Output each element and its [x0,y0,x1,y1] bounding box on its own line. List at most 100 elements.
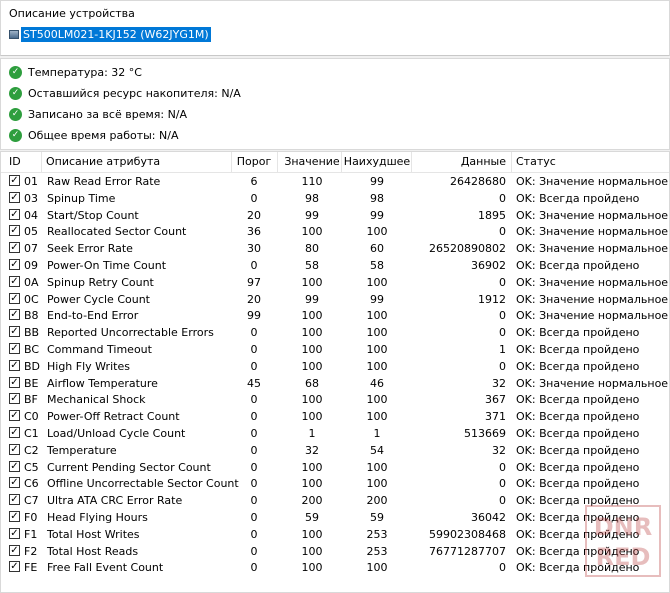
table-row[interactable]: ✓ F1 Total Host Writes 0 100 253 59902308468 OK… [1,526,669,543]
table-row[interactable]: ✓ BF Mechanical Shock 0 100 100 367 OK: Всегда … [1,391,669,408]
device-item[interactable]: ST500LM021-1KJ152 (W62JYG1M) [9,26,211,42]
device-panel: Описание устройства ST500LM021-1KJ152 (W… [0,0,670,56]
column-header-threshold[interactable]: Порог [232,152,276,172]
table-row[interactable]: ✓ B8 End-to-End Error 99 100 100 0 OK: Значение… [1,307,669,324]
attribute-checkbox[interactable]: ✓ [9,376,20,388]
attribute-id: BD [24,359,41,373]
attribute-id: C1 [24,427,39,440]
attribute-value: 80 [305,242,319,256]
table-row[interactable]: ✓ BD High Fly Writes 0 100 100 0 OK: Всегда про… [1,358,669,375]
attribute-checkbox[interactable]: ✓ [9,259,20,270]
attribute-checkbox[interactable]: ✓ [9,477,20,489]
attribute-checkbox[interactable]: ✓ [9,460,20,472]
table-row[interactable]: ✓ FE Free Fall Event Count 0 100 100 0 OK: Всег… [1,559,669,576]
status-text: Записано за всё время: N/A [28,107,188,121]
attribute-value: 58 [305,259,319,272]
table-row[interactable]: ✓ C0 Power-Off Retract Count 0 100 100 371 OK: … [1,408,669,425]
column-header-attribute[interactable]: Описание атрибута [46,152,160,172]
attribute-name: Offline Uncorrectable Sector Count [47,477,239,491]
attribute-checkbox[interactable]: ✓ [9,443,20,455]
attribute-checkbox[interactable]: ✓ [9,410,20,422]
column-header-status[interactable]: Статус [516,152,556,172]
attribute-worst: 54 [370,443,384,457]
table-row[interactable]: ✓ 0A Spinup Retry Count 97 100 100 0 OK: Значен… [1,274,669,291]
attribute-status: OK: Всегда пройдено [516,259,640,272]
column-separator[interactable] [41,152,42,172]
attribute-worst: 100 [366,309,388,323]
status-item-temperature: ✓ Температура: 32 °C [9,63,142,81]
attribute-checkbox[interactable]: ✓ [9,292,20,304]
column-header-worst[interactable]: Наихудшее [342,152,412,172]
attribute-value: 98 [305,191,319,205]
attribute-raw-data: 26520890802 [429,242,506,256]
table-row[interactable]: ✓ 04 Start/Stop Count 20 99 99 1895 OK: Значени… [1,207,669,224]
table-row[interactable]: ✓ F0 Head Flying Hours 0 59 59 36042 OK: Всегда… [1,509,669,526]
table-row[interactable]: ✓ 01 Raw Read Error Rate 6 110 99 26428680 OK: … [1,173,669,190]
attribute-id: 09 [24,259,38,272]
attribute-threshold: 30 [247,242,261,256]
attribute-checkbox[interactable]: ✓ [9,275,20,287]
column-header-raw-data[interactable]: Данные [412,152,506,172]
attribute-value: 100 [301,561,323,575]
attribute-raw-data: 0 [499,191,506,205]
table-row[interactable]: ✓ BC Command Timeout 0 100 100 1 OK: Всегда про… [1,341,669,358]
attribute-checkbox[interactable]: ✓ [9,309,20,321]
attribute-status: OK: Значение нормальное [516,309,669,323]
column-separator[interactable] [511,152,512,172]
attribute-checkbox[interactable]: ✓ [9,427,20,438]
attribute-checkbox[interactable]: ✓ [9,343,20,354]
table-row[interactable]: ✓ 05 Reallocated Sector Count 36 100 100 0 OK: … [1,223,669,240]
attribute-checkbox[interactable]: ✓ [9,544,20,556]
table-row[interactable]: ✓ 0C Power Cycle Count 20 99 99 1912 OK: Значен… [1,291,669,308]
attribute-name: Temperature [47,443,117,457]
attribute-id: C5 [24,460,39,474]
table-row[interactable]: ✓ F2 Total Host Reads 0 100 253 76771287707 OK:… [1,543,669,560]
attribute-checkbox[interactable]: ✓ [9,561,20,573]
attribute-name: Ultra ATA CRC Error Rate [47,494,183,508]
table-row[interactable]: ✓ C1 Load/Unload Cycle Count 0 1 1 513669 OK: В… [1,425,669,442]
attribute-checkbox[interactable]: ✓ [9,175,20,186]
attribute-status: OK: Всегда пройдено [516,494,640,508]
column-header-id[interactable]: ID [9,152,21,172]
device-name[interactable]: ST500LM021-1KJ152 (W62JYG1M) [21,26,211,42]
attribute-raw-data: 26428680 [450,175,506,188]
attribute-checkbox[interactable]: ✓ [9,494,20,506]
attribute-worst: 100 [366,225,388,239]
attribute-worst: 60 [370,242,384,256]
table-header: ID Описание атрибута Порог Значение Наих… [1,152,669,173]
table-row[interactable]: ✓ C5 Current Pending Sector Count 0 100 100 0 O… [1,459,669,476]
attribute-checkbox[interactable]: ✓ [9,511,20,522]
table-row[interactable]: ✓ C2 Temperature 0 32 54 32 OK: Всегда пройдено [1,442,669,459]
attribute-id: C0 [24,410,39,424]
attribute-id: F1 [24,527,38,541]
attribute-threshold: 0 [250,393,258,407]
attribute-threshold: 97 [247,275,261,289]
status-item-remaining-life: ✓ Оставшийся ресурс накопителя: N/A [9,84,241,102]
table-row[interactable]: ✓ BE Airflow Temperature 45 68 46 32 OK: Значен… [1,375,669,392]
attribute-value: 32 [305,443,319,457]
attribute-checkbox[interactable]: ✓ [9,191,20,203]
attribute-raw-data: 0 [499,561,506,575]
attribute-checkbox[interactable]: ✓ [9,242,20,254]
attribute-value: 99 [305,292,319,306]
attribute-checkbox[interactable]: ✓ [9,393,20,405]
table-row[interactable]: ✓ C6 Offline Uncorrectable Sector Count 0 10… [1,475,669,492]
attribute-raw-data: 0 [499,225,506,239]
attribute-raw-data: 1912 [478,292,506,306]
attribute-status: OK: Всегда пройдено [516,443,640,457]
table-row[interactable]: ✓ C7 Ultra ATA CRC Error Rate 0 200 200 0 OK: В… [1,492,669,509]
attribute-checkbox[interactable]: ✓ [9,326,20,338]
attribute-checkbox[interactable]: ✓ [9,359,20,371]
attribute-status: OK: Всегда пройдено [516,393,640,407]
attribute-checkbox[interactable]: ✓ [9,208,20,220]
table-row[interactable]: ✓ 09 Power-On Time Count 0 58 58 36902 OK: Всег… [1,257,669,274]
column-header-value[interactable]: Значение [278,152,346,172]
attribute-raw-data: 32 [492,376,506,390]
status-item-power-on-time: ✓ Общее время работы: N/A [9,126,178,144]
attribute-value: 100 [301,460,323,474]
table-row[interactable]: ✓ BB Reported Uncorrectable Errors 0 100 100 0… [1,324,669,341]
table-row[interactable]: ✓ 03 Spinup Time 0 98 98 0 OK: Всегда пройдено [1,190,669,207]
attribute-checkbox[interactable]: ✓ [9,225,20,237]
attribute-checkbox[interactable]: ✓ [9,527,20,539]
table-row[interactable]: ✓ 07 Seek Error Rate 30 80 60 26520890802 OK: З… [1,240,669,257]
